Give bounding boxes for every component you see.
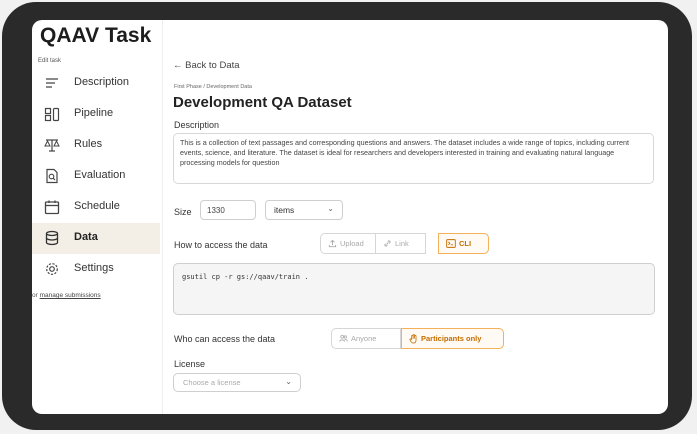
sidebar-item-pipeline[interactable]: Pipeline xyxy=(32,99,160,130)
manage-submissions-text: or manage submissions xyxy=(32,292,101,299)
app-screen: QAAV Task Edit task Description Pipeline xyxy=(32,20,668,414)
participants-only-option-label: Participants only xyxy=(421,334,482,343)
link-icon xyxy=(384,240,391,247)
sidebar-item-settings[interactable]: Settings xyxy=(32,254,160,285)
database-icon xyxy=(45,230,59,246)
link-option-label: Link xyxy=(395,239,409,248)
sidebar-item-label: Schedule xyxy=(74,200,120,212)
scales-icon xyxy=(44,139,60,152)
sidebar-item-label: Description xyxy=(74,76,130,88)
participants-only-option-button[interactable]: Participants only xyxy=(401,328,504,349)
calendar-icon xyxy=(44,200,60,215)
tablet-frame: QAAV Task Edit task Description Pipeline xyxy=(2,2,692,430)
sidebar-divider xyxy=(162,20,163,414)
sidebar-item-evaluation[interactable]: Evaluation xyxy=(32,161,160,192)
sidebar-item-label: Data xyxy=(74,231,98,243)
cli-command-box[interactable]: gsutil cp -r gs://qaav/train . xyxy=(173,263,655,315)
cli-option-label: CLI xyxy=(459,239,472,248)
people-icon xyxy=(339,334,348,342)
license-select[interactable]: Choose a license ⌄ xyxy=(173,373,301,392)
sidebar-item-label: Settings xyxy=(74,262,114,274)
link-option-button[interactable]: Link xyxy=(375,233,426,254)
pipeline-icon xyxy=(44,107,60,122)
who-can-access-label: Who can access the data xyxy=(174,334,276,344)
license-label: License xyxy=(174,359,206,369)
size-unit-select[interactable]: items ⌄ xyxy=(265,200,343,220)
description-label: Description xyxy=(174,120,220,130)
access-method-label: How to access the data xyxy=(174,240,268,250)
evaluation-icon xyxy=(46,168,58,184)
sidebar-item-rules[interactable]: Rules xyxy=(32,130,160,161)
back-to-data-link[interactable]: ← Back to Data xyxy=(173,60,240,71)
app-title: QAAV Task xyxy=(40,24,152,47)
anyone-option-button[interactable]: Anyone xyxy=(331,328,401,349)
description-textarea[interactable]: This is a collection of text passages an… xyxy=(173,133,654,184)
sidebar-item-label: Pipeline xyxy=(74,107,114,119)
edit-task-label: Edit task xyxy=(38,58,62,64)
page-title: Development QA Dataset xyxy=(173,94,352,111)
gear-icon xyxy=(46,263,58,275)
anyone-option-label: Anyone xyxy=(351,334,377,343)
size-label: Size xyxy=(174,207,192,217)
size-unit-value: items xyxy=(274,205,295,215)
chevron-down-icon: ⌄ xyxy=(327,204,334,213)
manage-submissions-link[interactable]: manage submissions xyxy=(40,292,101,299)
description-icon xyxy=(46,78,58,88)
size-input[interactable]: 1330 xyxy=(200,200,256,220)
sidebar: Description Pipeline Rules Evaluation Sc… xyxy=(32,68,160,285)
sidebar-item-label: Evaluation xyxy=(74,169,126,181)
sidebar-item-description[interactable]: Description xyxy=(32,68,160,99)
chevron-down-icon: ⌄ xyxy=(285,377,292,386)
sidebar-item-data[interactable]: Data xyxy=(32,223,160,254)
sidebar-item-label: Rules xyxy=(74,138,103,150)
sidebar-item-schedule[interactable]: Schedule xyxy=(32,192,160,223)
manage-prefix: or xyxy=(32,292,40,299)
cli-option-button[interactable]: CLI xyxy=(438,233,489,254)
terminal-icon xyxy=(446,239,456,248)
upload-option-button[interactable]: Upload xyxy=(320,233,376,254)
upload-option-label: Upload xyxy=(340,239,364,248)
license-placeholder: Choose a license xyxy=(183,378,241,387)
hand-icon xyxy=(409,333,417,343)
breadcrumb: First Phase / Development Data xyxy=(174,84,252,90)
upload-icon xyxy=(328,239,337,248)
